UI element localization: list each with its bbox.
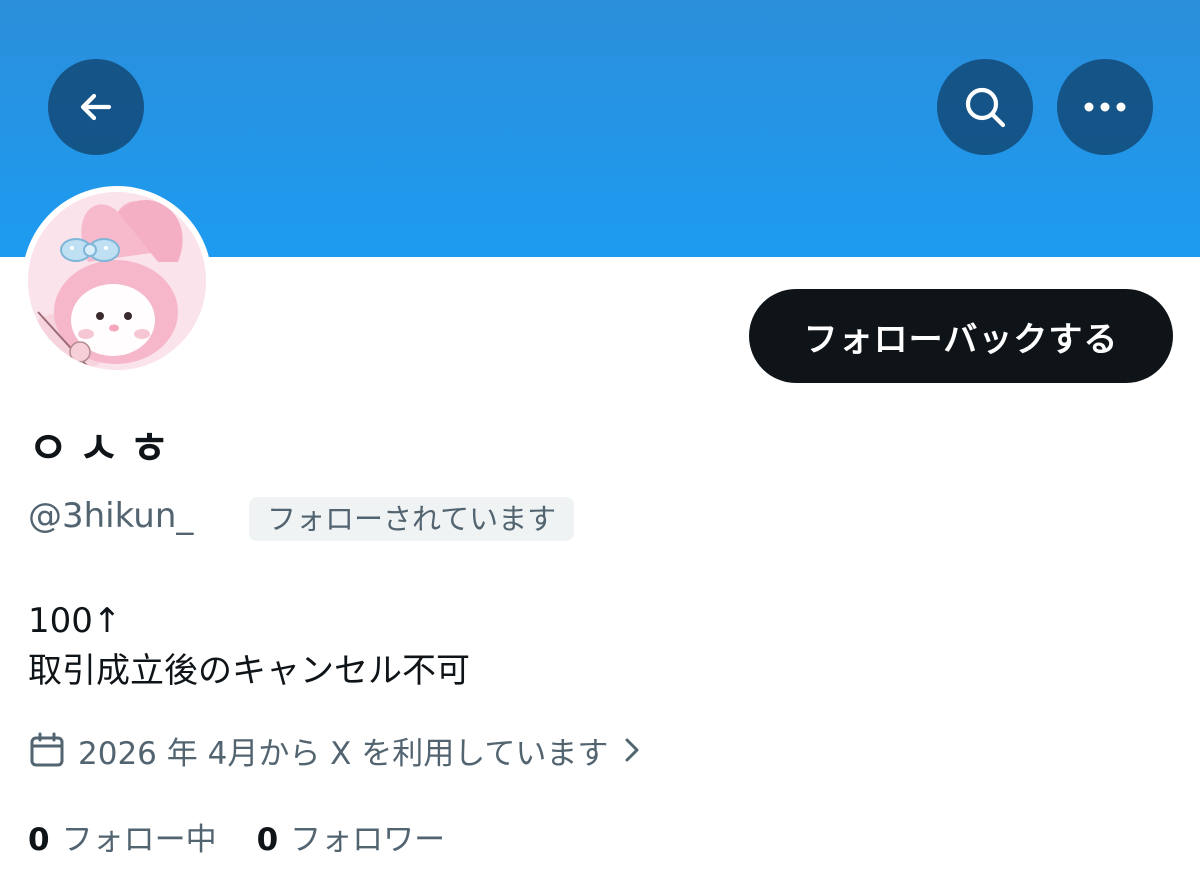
username-handle: @3hikun_ [28, 496, 194, 536]
follows-you-badge: フォローされています [249, 497, 575, 541]
followers-label: フォロワー [290, 822, 446, 858]
avatar-image [28, 192, 206, 370]
profile-page: フォローバックする ㅇㅅㅎ @3hikun_ フォローされています 100↑ 取… [0, 0, 1200, 876]
more-horizontal-icon [1084, 102, 1126, 112]
back-button[interactable] [48, 59, 144, 155]
followers-stat[interactable]: 0 フォロワー [257, 814, 446, 859]
chevron-right-icon [625, 738, 639, 762]
calendar-icon [30, 732, 64, 767]
search-icon [965, 87, 1006, 128]
bio-line: 取引成立後のキャンセル不可 [28, 651, 470, 691]
follow-stats: 0 フォロー中 0 フォロワー [28, 814, 485, 859]
more-button[interactable] [1057, 59, 1153, 155]
profile-bio: 100↑ 取引成立後のキャンセル不可 [28, 596, 470, 696]
bio-line: 100↑ [28, 601, 122, 641]
follow-back-button[interactable]: フォローバックする [749, 289, 1173, 383]
arrow-left-icon [80, 93, 112, 121]
following-count: 0 [28, 822, 50, 858]
search-button[interactable] [937, 59, 1033, 155]
avatar[interactable] [22, 186, 212, 376]
joined-date[interactable]: 2026 年 4月から X を利用しています [28, 728, 644, 772]
following-stat[interactable]: 0 フォロー中 [28, 814, 217, 859]
display-name: ㅇㅅㅎ [28, 423, 180, 474]
followers-count: 0 [256, 822, 279, 858]
following-label: フォロー中 [61, 822, 217, 858]
joined-text: 2026 年 4月から X を利用しています [78, 735, 609, 772]
